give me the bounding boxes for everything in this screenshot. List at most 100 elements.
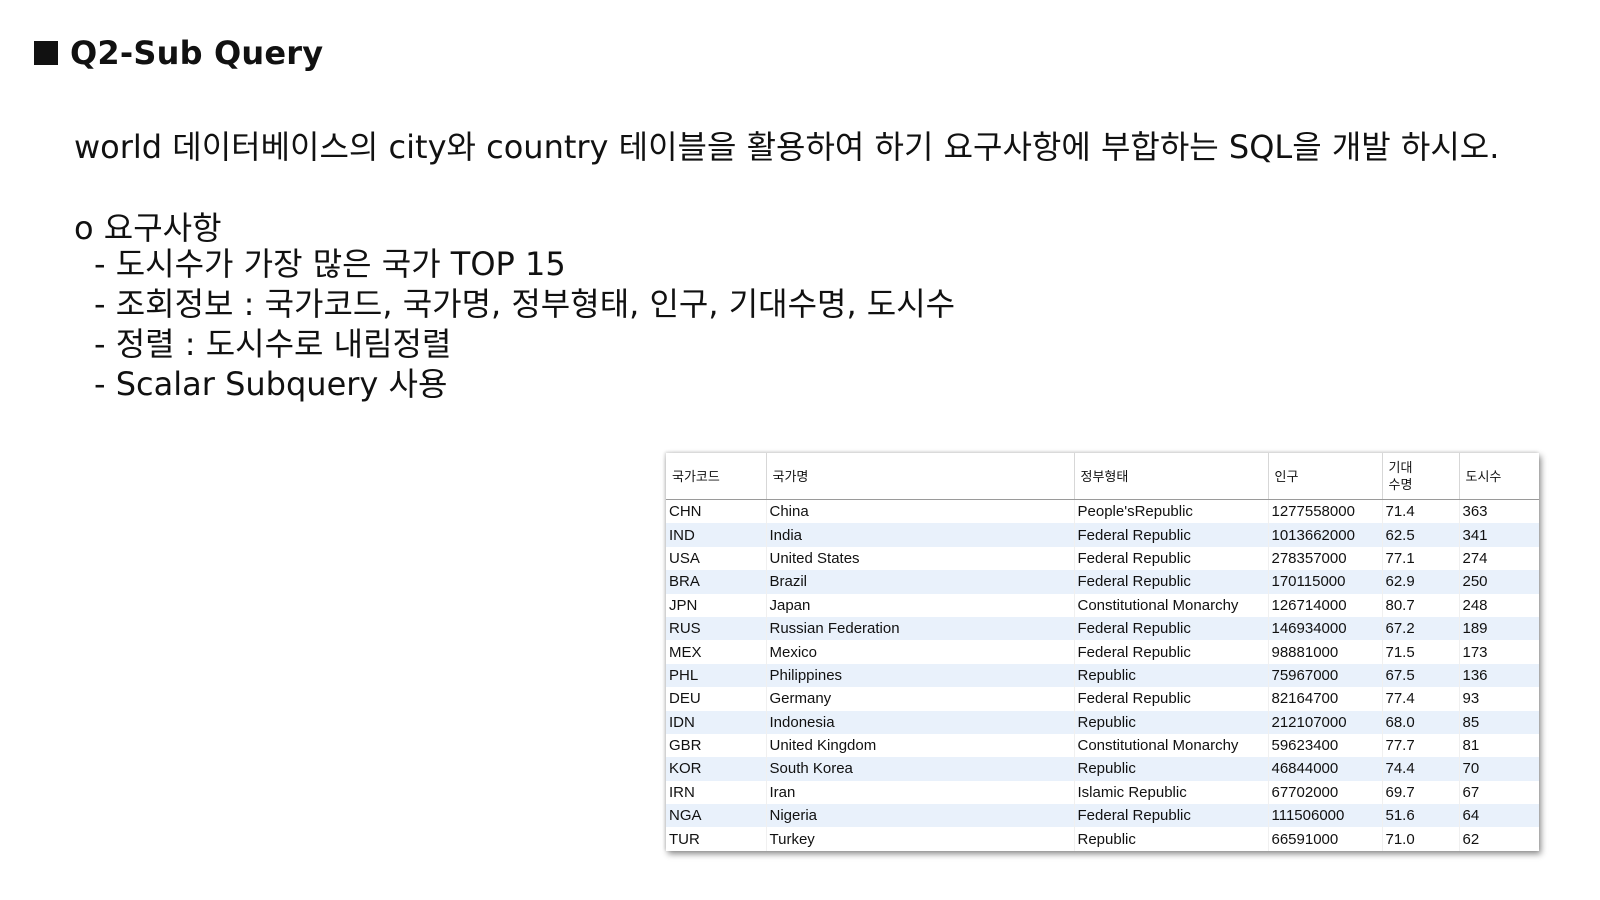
table-row[interactable]: MEX Mexico Federal Republic 98881000 71.5 173 bbox=[666, 640, 1539, 664]
table-header-row: 국가코드 국가명 정부형태 인구 기대 수명 도시수 bbox=[666, 453, 1539, 500]
cell-code: IRN bbox=[666, 780, 767, 805]
square-bullet-icon bbox=[34, 41, 58, 65]
column-header-life-expectancy[interactable]: 기대 수명 bbox=[1382, 453, 1460, 500]
cell-government: Islamic Republic bbox=[1074, 780, 1269, 805]
table-row[interactable]: IRN Iran Islamic Republic 67702000 69.7 67 bbox=[666, 780, 1539, 805]
cell-government: People'sRepublic bbox=[1074, 499, 1269, 524]
query-result-panel: 국가코드 국가명 정부형태 인구 기대 수명 도시수 CHN China People'sRe… bbox=[666, 453, 1539, 851]
cell-name: Nigeria bbox=[766, 804, 1075, 828]
table-row[interactable]: BRA Brazil Federal Republic 170115000 62.9 25… bbox=[666, 570, 1539, 594]
cell-city-count: 189 bbox=[1459, 616, 1539, 641]
cell-population: 67702000 bbox=[1268, 780, 1383, 805]
cell-code: RUS bbox=[666, 616, 767, 641]
cell-life-expectancy: 77.7 bbox=[1382, 733, 1460, 758]
cell-code: MEX bbox=[666, 640, 767, 664]
cell-population: 59623400 bbox=[1268, 733, 1383, 758]
cell-name: Germany bbox=[766, 687, 1075, 711]
cell-life-expectancy: 67.2 bbox=[1382, 616, 1460, 641]
table-row[interactable]: TUR Turkey Republic 66591000 71.0 62 bbox=[666, 827, 1539, 851]
column-header-city-count[interactable]: 도시수 bbox=[1459, 453, 1539, 500]
cell-code: JPN bbox=[666, 593, 767, 617]
column-header-government[interactable]: 정부형태 bbox=[1074, 453, 1269, 500]
cell-code: TUR bbox=[666, 827, 767, 851]
cell-life-expectancy: 77.4 bbox=[1382, 687, 1460, 711]
cell-name: Turkey bbox=[766, 827, 1075, 851]
cell-city-count: 67 bbox=[1459, 780, 1539, 805]
table-row[interactable]: NGA Nigeria Federal Republic 111506000 51.6 6… bbox=[666, 804, 1539, 828]
requirements-heading: o 요구사항 bbox=[74, 209, 222, 247]
table-row[interactable]: JPN Japan Constitutional Monarchy 126714000… bbox=[666, 593, 1539, 617]
cell-name: Mexico bbox=[766, 640, 1075, 664]
cell-government: Republic bbox=[1074, 757, 1269, 781]
cell-government: Republic bbox=[1074, 663, 1269, 688]
cell-population: 1277558000 bbox=[1268, 499, 1383, 524]
cell-name: United Kingdom bbox=[766, 733, 1075, 758]
cell-city-count: 248 bbox=[1459, 593, 1539, 617]
table-row[interactable]: DEU Germany Federal Republic 82164700 77.4 93 bbox=[666, 687, 1539, 711]
cell-population: 111506000 bbox=[1268, 804, 1383, 828]
cell-city-count: 70 bbox=[1459, 757, 1539, 781]
cell-population: 82164700 bbox=[1268, 687, 1383, 711]
cell-city-count: 62 bbox=[1459, 827, 1539, 851]
cell-name: Russian Federation bbox=[766, 616, 1075, 641]
cell-population: 146934000 bbox=[1268, 616, 1383, 641]
cell-life-expectancy: 62.9 bbox=[1382, 570, 1460, 594]
cell-life-expectancy: 74.4 bbox=[1382, 757, 1460, 781]
table-row[interactable]: IDN Indonesia Republic 212107000 68.0 85 bbox=[666, 710, 1539, 734]
cell-population: 212107000 bbox=[1268, 710, 1383, 734]
requirement-item: - Scalar Subquery 사용 bbox=[94, 365, 448, 403]
cell-name: United States bbox=[766, 546, 1075, 571]
slide: Q2-Sub Query world 데이터베이스의 city와 country… bbox=[0, 0, 1600, 900]
cell-city-count: 250 bbox=[1459, 570, 1539, 594]
cell-government: Republic bbox=[1074, 710, 1269, 734]
cell-name: Brazil bbox=[766, 570, 1075, 594]
table-row[interactable]: IND India Federal Republic 1013662000 62.5 34… bbox=[666, 523, 1539, 547]
cell-government: Federal Republic bbox=[1074, 546, 1269, 571]
cell-population: 98881000 bbox=[1268, 640, 1383, 664]
cell-life-expectancy: 71.0 bbox=[1382, 827, 1460, 851]
cell-government: Constitutional Monarchy bbox=[1074, 593, 1269, 617]
requirement-item: - 조회정보 : 국가코드, 국가명, 정부형태, 인구, 기대수명, 도시수 bbox=[94, 285, 956, 323]
cell-life-expectancy: 77.1 bbox=[1382, 546, 1460, 571]
cell-population: 46844000 bbox=[1268, 757, 1383, 781]
requirement-item: - 정렬 : 도시수로 내림정렬 bbox=[94, 325, 452, 363]
cell-government: Constitutional Monarchy bbox=[1074, 733, 1269, 758]
table-row[interactable]: GBR United Kingdom Constitutional Monarchy… bbox=[666, 733, 1539, 758]
table-row[interactable]: CHN China People'sRepublic 1277558000 71.4 36… bbox=[666, 499, 1539, 524]
cell-city-count: 64 bbox=[1459, 804, 1539, 828]
cell-life-expectancy: 68.0 bbox=[1382, 710, 1460, 734]
cell-name: India bbox=[766, 523, 1075, 547]
cell-name: South Korea bbox=[766, 757, 1075, 781]
table-row[interactable]: USA United States Federal Republic 27835700… bbox=[666, 546, 1539, 571]
cell-city-count: 136 bbox=[1459, 663, 1539, 688]
cell-city-count: 341 bbox=[1459, 523, 1539, 547]
cell-population: 126714000 bbox=[1268, 593, 1383, 617]
cell-code: NGA bbox=[666, 804, 767, 828]
cell-name: Japan bbox=[766, 593, 1075, 617]
cell-name: China bbox=[766, 499, 1075, 524]
cell-name: Indonesia bbox=[766, 710, 1075, 734]
cell-life-expectancy: 51.6 bbox=[1382, 804, 1460, 828]
table-row[interactable]: KOR South Korea Republic 46844000 74.4 70 bbox=[666, 757, 1539, 781]
requirement-item: - 도시수가 가장 많은 국가 TOP 15 bbox=[94, 245, 566, 283]
cell-population: 75967000 bbox=[1268, 663, 1383, 688]
slide-title-text: Q2-Sub Query bbox=[70, 34, 324, 72]
cell-code: USA bbox=[666, 546, 767, 571]
cell-code: PHL bbox=[666, 663, 767, 688]
cell-population: 66591000 bbox=[1268, 827, 1383, 851]
table-row[interactable]: RUS Russian Federation Federal Republic 146… bbox=[666, 616, 1539, 641]
column-header-name[interactable]: 국가명 bbox=[766, 453, 1075, 500]
cell-code: DEU bbox=[666, 687, 767, 711]
column-header-population[interactable]: 인구 bbox=[1268, 453, 1383, 500]
cell-life-expectancy: 71.5 bbox=[1382, 640, 1460, 664]
table-row[interactable]: PHL Philippines Republic 75967000 67.5 136 bbox=[666, 663, 1539, 688]
requirements-list: - 도시수가 가장 많은 국가 TOP 15 - 조회정보 : 국가코드, 국가… bbox=[94, 244, 955, 404]
cell-life-expectancy: 71.4 bbox=[1382, 499, 1460, 524]
cell-government: Federal Republic bbox=[1074, 570, 1269, 594]
cell-city-count: 93 bbox=[1459, 687, 1539, 711]
cell-population: 170115000 bbox=[1268, 570, 1383, 594]
column-header-code[interactable]: 국가코드 bbox=[666, 453, 767, 500]
cell-life-expectancy: 62.5 bbox=[1382, 523, 1460, 547]
cell-government: Federal Republic bbox=[1074, 804, 1269, 828]
cell-life-expectancy: 80.7 bbox=[1382, 593, 1460, 617]
